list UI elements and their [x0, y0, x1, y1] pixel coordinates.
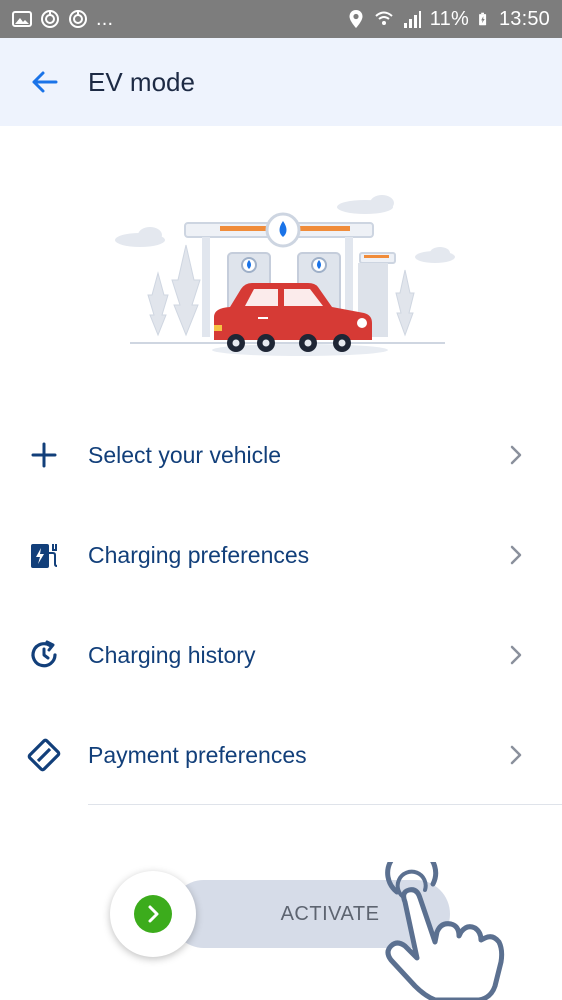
menu-item-charging-preferences[interactable]: Charging preferences: [0, 505, 562, 605]
menu-item-label: Payment preferences: [88, 741, 307, 768]
gas-station-illustration: [115, 195, 455, 356]
menu-item-payment-preferences[interactable]: Payment preferences: [0, 705, 562, 805]
status-bar-right: 11% 13:50: [346, 8, 550, 31]
image-icon: [12, 11, 32, 27]
chevron-right-icon: [510, 645, 522, 665]
back-button[interactable]: [14, 52, 74, 112]
menu-item-label: Charging history: [88, 641, 256, 668]
divider: [88, 804, 562, 805]
knob-circle: [134, 895, 172, 933]
status-bar: ... 11% 13:50: [0, 0, 562, 38]
swipe-hand-icon: [385, 862, 505, 1000]
page-title: EV mode: [88, 66, 195, 97]
chevron-right-icon: [510, 545, 522, 565]
menu-item-charging-history[interactable]: Charging history: [0, 605, 562, 705]
chevron-right-icon: [510, 745, 522, 765]
arrow-left-icon: [32, 71, 58, 93]
status-bar-left: ...: [12, 8, 113, 31]
sync-icon: [69, 10, 87, 28]
activate-slider-knob[interactable]: [110, 871, 196, 957]
clock: 13:50: [498, 7, 550, 30]
menu-item-label: Charging preferences: [88, 541, 310, 568]
ev-menu-list: Select your vehicle Charging preferences: [0, 405, 562, 805]
ev-charger-icon: [24, 535, 64, 575]
menu-item-label: Select your vehicle: [88, 441, 282, 468]
menu-item-select-vehicle[interactable]: Select your vehicle: [0, 405, 562, 505]
chevron-right-icon: [148, 905, 159, 923]
battery-charging-icon: [479, 12, 487, 26]
activate-label: ACTIVATE: [280, 902, 380, 925]
card-icon: [24, 735, 64, 775]
signal-icon: [403, 11, 421, 28]
location-icon: [349, 10, 363, 28]
sync-icon: [41, 10, 59, 28]
status-ellipsis: ...: [96, 7, 114, 30]
plus-icon: [24, 435, 64, 475]
history-icon: [24, 635, 64, 675]
wifi-icon: [375, 11, 393, 25]
chevron-right-icon: [510, 445, 522, 465]
battery-percent: 11%: [429, 7, 469, 30]
app-bar: EV mode: [0, 38, 562, 126]
